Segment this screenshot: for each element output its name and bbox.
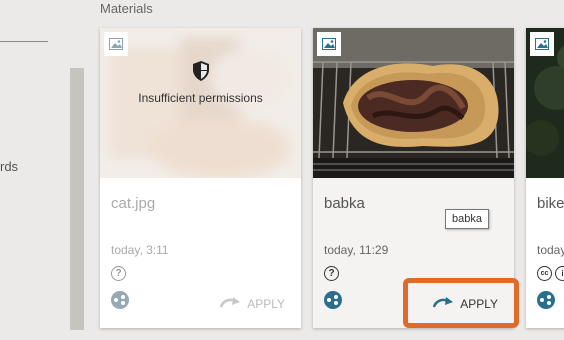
material-thumbnail <box>526 28 564 178</box>
apply-button: APPLY <box>219 296 285 311</box>
license-info: ? <box>111 266 126 281</box>
sidebar-divider <box>0 41 48 42</box>
apply-label: APPLY <box>247 296 285 311</box>
material-title: cat.jpg <box>111 195 156 212</box>
permission-message: Insufficient permissions <box>138 91 263 105</box>
share-icon[interactable] <box>537 291 555 309</box>
apply-highlight <box>403 278 519 328</box>
license-info: ? <box>324 266 339 281</box>
scrollbar-thumb[interactable] <box>70 68 84 330</box>
material-timestamp: today, 11:29 <box>324 243 389 257</box>
question-icon[interactable]: ? <box>111 266 126 281</box>
section-title: Materials <box>100 1 153 16</box>
permission-overlay: Insufficient permissions <box>100 60 301 105</box>
material-card-bike[interactable]: bike today cc i <box>526 28 564 328</box>
sidebar-item-label[interactable]: rds <box>0 159 18 174</box>
material-thumbnail <box>313 28 514 178</box>
material-timestamp: today <box>537 243 564 257</box>
by-icon[interactable]: i <box>555 266 564 281</box>
license-info: cc i <box>537 266 564 281</box>
material-timestamp: today, 3:11 <box>111 243 169 257</box>
share-icon[interactable] <box>111 291 129 309</box>
question-icon[interactable]: ? <box>324 266 339 281</box>
babka-image <box>313 28 514 178</box>
material-title: bike <box>537 195 564 212</box>
sidebar: rds <box>0 0 70 340</box>
image-type-icon <box>317 32 341 56</box>
shield-icon <box>100 60 301 85</box>
material-card-cat[interactable]: Insufficient permissions cat.jpg today, … <box>100 28 301 328</box>
material-title: babka <box>324 195 365 212</box>
share-icon[interactable] <box>324 291 342 309</box>
cc-icon[interactable]: cc <box>537 266 552 281</box>
image-type-icon <box>530 32 554 56</box>
material-thumbnail: Insufficient permissions <box>100 28 301 178</box>
sidebar-scrollbar[interactable] <box>70 0 84 340</box>
image-type-icon <box>104 32 128 56</box>
redo-arrow-icon <box>219 296 241 311</box>
title-tooltip: babka <box>445 209 489 229</box>
